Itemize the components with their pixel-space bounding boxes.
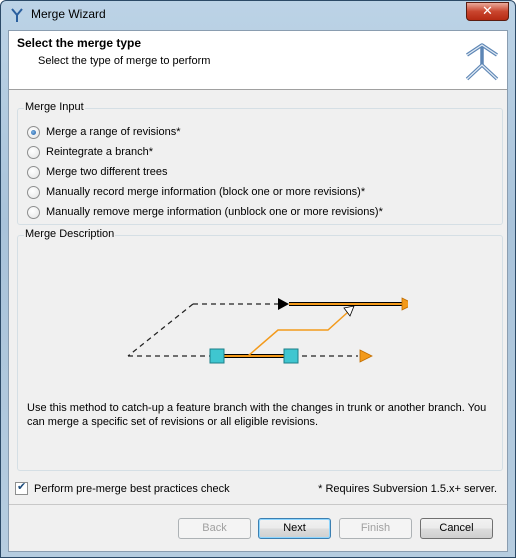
merge-description-group: Merge Description Use this method to cat… bbox=[17, 228, 503, 471]
premerge-check-row[interactable]: ✔ Perform pre-merge best practices check bbox=[15, 480, 230, 495]
finish-button[interactable]: Finish bbox=[339, 518, 412, 539]
radio-button[interactable] bbox=[27, 165, 40, 179]
radio-two-trees[interactable]: Merge two different trees bbox=[27, 164, 167, 180]
revision-start-marker bbox=[209, 348, 225, 364]
premerge-checkbox[interactable]: ✔ bbox=[15, 480, 28, 495]
merge-description-text: Use this method to catch-up a feature br… bbox=[27, 402, 487, 428]
wizard-header: Select the merge type Select the type of… bbox=[9, 31, 507, 90]
radio-label: Merge two different trees bbox=[46, 166, 168, 178]
merge-description-label: Merge Description bbox=[24, 228, 116, 240]
radio-button[interactable] bbox=[27, 125, 40, 139]
next-button[interactable]: Next bbox=[258, 518, 331, 539]
cancel-button[interactable]: Cancel bbox=[420, 518, 493, 539]
branch-start-marker bbox=[278, 298, 289, 310]
revision-end-marker bbox=[283, 348, 299, 364]
back-button[interactable]: Back bbox=[178, 518, 251, 539]
merge-input-label: Merge Input bbox=[24, 101, 85, 113]
radio-reintegrate[interactable]: Reintegrate a branch* bbox=[27, 144, 153, 160]
radio-button[interactable] bbox=[27, 185, 40, 199]
radio-label: Reintegrate a branch* bbox=[46, 146, 154, 158]
trunk-arrow-head bbox=[359, 349, 373, 363]
checkmark-icon: ✔ bbox=[17, 480, 27, 493]
radio-button[interactable] bbox=[27, 145, 40, 159]
radio-label: Manually remove merge information (unblo… bbox=[46, 206, 383, 218]
footer-divider bbox=[9, 504, 507, 505]
radio-remove-merge-info[interactable]: Manually remove merge information (unblo… bbox=[27, 204, 383, 220]
page-title: Select the merge type bbox=[17, 36, 142, 50]
branch-split-line bbox=[127, 303, 194, 357]
wizard-body: Select the merge type Select the type of… bbox=[8, 30, 508, 552]
branch-arrow-head bbox=[401, 297, 408, 311]
requirement-note: * Requires Subversion 1.5.x+ server. bbox=[318, 483, 497, 495]
merge-input-group: Merge Input Merge a range of revisions* … bbox=[17, 101, 503, 225]
close-icon: ✕ bbox=[482, 4, 493, 19]
radio-label: Merge a range of revisions* bbox=[46, 126, 181, 138]
title-bar[interactable]: Merge Wizard ✕ bbox=[1, 1, 515, 29]
radio-label: Manually record merge information (block… bbox=[46, 186, 366, 198]
radio-merge-range[interactable]: Merge a range of revisions* bbox=[27, 124, 181, 140]
window-title: Merge Wizard bbox=[31, 7, 106, 21]
radio-record-merge-info[interactable]: Manually record merge information (block… bbox=[27, 184, 365, 200]
page-subtitle: Select the type of merge to perform bbox=[38, 55, 211, 67]
close-button[interactable]: ✕ bbox=[466, 2, 509, 21]
radio-button[interactable] bbox=[27, 205, 40, 219]
merge-arrows-icon bbox=[465, 43, 499, 81]
app-merge-icon bbox=[11, 8, 23, 22]
premerge-check-label: Perform pre-merge best practices check bbox=[34, 482, 230, 495]
merge-wizard-window: Merge Wizard ✕ Select the merge type Sel… bbox=[0, 0, 516, 558]
merge-diagram bbox=[127, 297, 408, 364]
